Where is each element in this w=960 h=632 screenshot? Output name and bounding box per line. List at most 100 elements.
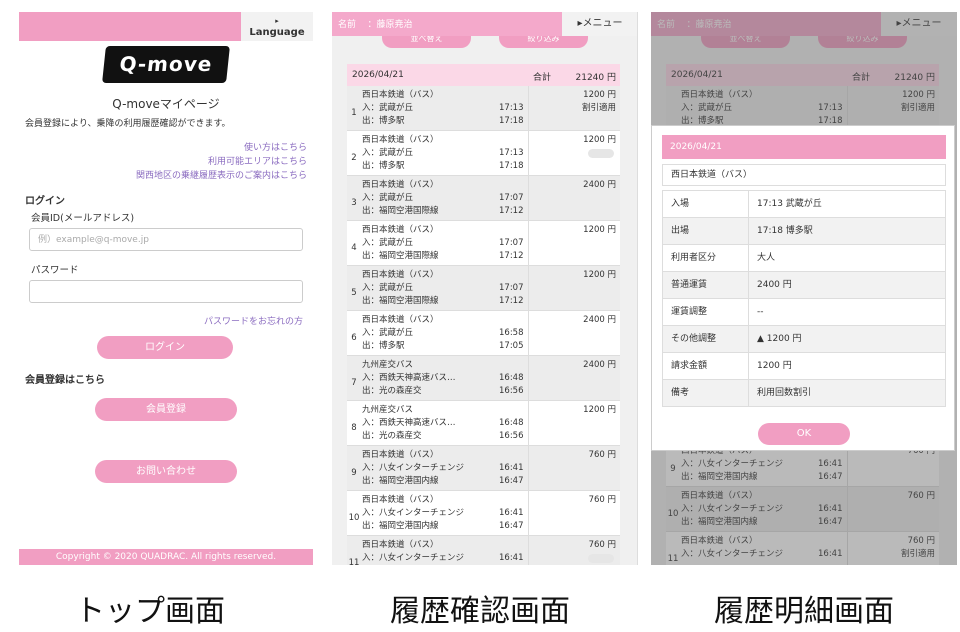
row-entry-time: 17:07 — [499, 193, 524, 203]
row-entry: 入：武蔵が丘 — [362, 103, 414, 113]
row-amount: 1200 円 — [583, 90, 616, 100]
row-divider — [528, 491, 529, 535]
row-exit: 出：福岡空港国際線 — [362, 206, 439, 216]
contact-button[interactable]: お問い合わせ — [95, 460, 237, 483]
row-times: 16:48 16:56 — [499, 372, 524, 398]
history-list: 1 西日本鉄道（バス） 入：武蔵が丘 出：博多駅 17:13 17:18 1200 円割引適… — [347, 86, 620, 565]
detail-value: 1200 円 — [757, 361, 792, 371]
row-times: 16:41 — [499, 552, 524, 565]
detail-value: 大人 — [757, 253, 776, 263]
detail-row: 出場 17:18 博多駅 — [662, 218, 946, 245]
history-header: 名前 ：藤原尭治 ▸メニュー — [332, 12, 637, 36]
detail-row: 運賃調整 -- — [662, 299, 946, 326]
row-route: 西日本鉄道（バス） 入：八女インターチェンジ 出：福岡空港国内線 — [362, 494, 464, 533]
member-id-label: 会員ID(メールアドレス) — [31, 213, 135, 224]
row-number: 11 — [348, 558, 360, 565]
row-exit-time: 17:05 — [499, 341, 524, 351]
row-company: 九州産交バス — [362, 405, 414, 415]
history-row[interactable]: 11 西日本鉄道（バス） 入：八女インターチェンジ 16:41 760 円 — [347, 536, 620, 565]
history-row[interactable]: 10 西日本鉄道（バス） 入：八女インターチェンジ 出：福岡空港国内線 16:41 16:… — [347, 491, 620, 536]
row-route: 九州産交バス 入：西鉄天神高速バス… 出：光の森産交 — [362, 404, 456, 443]
row-amount-block: 1200 円 — [583, 134, 616, 147]
history-row[interactable]: 7 九州産交バス 入：西鉄天神高速バス… 出：光の森産交 16:48 16:56 2400 … — [347, 356, 620, 401]
row-entry: 入：武蔵が丘 — [362, 148, 414, 158]
row-exit: 出：福岡空港国際線 — [362, 296, 439, 306]
history-row[interactable]: 3 西日本鉄道（バス） 入：武蔵が丘 出：福岡空港国際線 17:07 17:12 2400 … — [347, 176, 620, 221]
row-times: 17:07 17:12 — [499, 282, 524, 308]
modal-date: 2026/04/21 — [662, 135, 946, 159]
blurred-note — [588, 554, 614, 563]
history-screen: 並べ替え 絞り込み 名前 ：藤原尭治 ▸メニュー 2026/04/21 合計 2… — [332, 12, 638, 565]
history-row[interactable]: 1 西日本鉄道（バス） 入：武蔵が丘 出：博多駅 17:13 17:18 1200 円割引適… — [347, 86, 620, 131]
detail-value: ▲ 1200 円 — [757, 334, 802, 344]
history-row[interactable]: 9 西日本鉄道（バス） 入：八女インターチェンジ 出：福岡空港国内線 16:41 16:4… — [347, 446, 620, 491]
row-entry-time: 16:41 — [499, 508, 524, 518]
row-amount-block: 1200 円 — [583, 224, 616, 237]
detail-key: 利用者区分 — [663, 245, 749, 271]
row-entry-time: 17:13 — [499, 148, 524, 158]
row-number: 8 — [351, 423, 357, 433]
detail-row: その他調整 ▲ 1200 円 — [662, 326, 946, 353]
row-amount-block: 760 円 — [589, 494, 616, 507]
history-row[interactable]: 6 西日本鉄道（バス） 入：武蔵が丘 出：博多駅 16:58 17:05 2400 円 — [347, 311, 620, 356]
menu-button[interactable]: ▸メニュー — [562, 12, 637, 36]
top-screen: ▸ Language Q-move Q-moveマイページ 会員登録により、乗降… — [19, 12, 313, 565]
how-to-link[interactable]: 使い方はこちら — [244, 140, 307, 153]
row-company: 九州産交バス — [362, 360, 414, 370]
row-number: 9 — [351, 468, 357, 478]
row-divider — [528, 401, 529, 445]
row-amount: 2400 円 — [583, 180, 616, 190]
row-route: 西日本鉄道（バス） 入：武蔵が丘 出：博多駅 — [362, 314, 439, 353]
row-exit: 出：福岡空港国際線 — [362, 251, 439, 261]
q-move-logo: Q-move — [102, 46, 230, 83]
summary-total-label: 合計 — [533, 73, 552, 83]
row-entry: 入：武蔵が丘 — [362, 238, 414, 248]
row-company: 西日本鉄道（バス） — [362, 540, 439, 550]
caption-top: トップ画面 — [75, 594, 225, 629]
row-company: 西日本鉄道（バス） — [362, 225, 439, 235]
history-row[interactable]: 8 九州産交バス 入：西鉄天神高速バス… 出：光の森産交 16:48 16:56 1200 … — [347, 401, 620, 446]
row-exit: 出：博多駅 — [362, 161, 405, 171]
area-link[interactable]: 利用可能エリアはこちら — [208, 154, 307, 167]
row-times: 17:13 17:18 — [499, 147, 524, 173]
row-company: 西日本鉄道（バス） — [362, 135, 439, 145]
row-divider — [528, 86, 529, 130]
row-note: 割引適用 — [581, 103, 616, 113]
password-input[interactable] — [29, 280, 303, 303]
history-row[interactable]: 4 西日本鉄道（バス） 入：武蔵が丘 出：福岡空港国際線 17:07 17:12 1200 … — [347, 221, 620, 266]
forgot-password-link[interactable]: パスワードをお忘れの方 — [204, 314, 303, 327]
row-exit-time: 17:12 — [499, 206, 524, 216]
row-route: 九州産交バス 入：西鉄天神高速バス… 出：光の森産交 — [362, 359, 456, 398]
row-entry: 入：八女インターチェンジ — [362, 508, 465, 518]
row-entry: 入：西鉄天神高速バス… — [362, 418, 456, 428]
member-id-input[interactable] — [29, 228, 303, 251]
summary-date: 2026/04/21 — [352, 70, 404, 80]
detail-row: 請求金額 1200 円 — [662, 353, 946, 380]
row-entry-time: 17:07 — [499, 238, 524, 248]
row-exit: 出：博多駅 — [362, 116, 405, 126]
row-exit: 出：光の森産交 — [362, 386, 422, 396]
row-amount-block: 2400 円 — [583, 359, 616, 372]
row-divider — [528, 266, 529, 310]
row-company: 西日本鉄道（バス） — [362, 315, 439, 325]
detail-table: 入場 17:13 武蔵が丘 出場 17:18 博多駅 利用者区分 大人 普通運賃 2400 円… — [662, 190, 946, 407]
register-button[interactable]: 会員登録 — [95, 398, 237, 421]
detail-value: -- — [757, 307, 764, 317]
register-heading: 会員登録はこちら — [25, 375, 105, 386]
detail-key: 入場 — [663, 191, 749, 217]
row-route: 西日本鉄道（バス） 入：武蔵が丘 出：福岡空港国際線 — [362, 269, 439, 308]
login-button[interactable]: ログイン — [97, 336, 233, 359]
detail-modal: 2026/04/21 西日本鉄道（バス） 入場 17:13 武蔵が丘 出場 17:18… — [651, 125, 955, 451]
row-amount: 760 円 — [588, 495, 616, 505]
detail-value: 2400 円 — [757, 280, 792, 290]
row-entry-time: 16:41 — [499, 463, 524, 473]
blurred-note — [588, 149, 614, 158]
language-button[interactable]: ▸ Language — [241, 12, 313, 41]
history-row[interactable]: 5 西日本鉄道（バス） 入：武蔵が丘 出：福岡空港国際線 17:07 17:12 1200 … — [347, 266, 620, 311]
row-amount-block: 2400 円 — [583, 179, 616, 192]
ok-button[interactable]: OK — [758, 423, 850, 445]
history-row[interactable]: 2 西日本鉄道（バス） 入：武蔵が丘 出：博多駅 17:13 17:18 1200 円 — [347, 131, 620, 176]
kansai-guide-link[interactable]: 関西地区の乗継履歴表示のご案内はこちら — [136, 168, 307, 181]
row-number: 10 — [348, 513, 360, 523]
row-entry-time: 17:13 — [499, 103, 524, 113]
